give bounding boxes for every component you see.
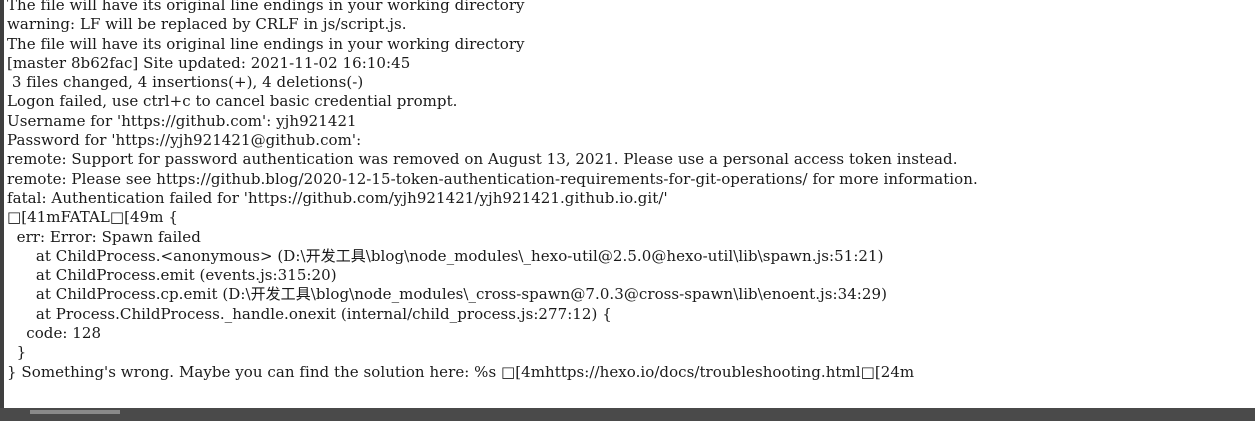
terminal-output[interactable]: The file will have its original line end… (7, 0, 1247, 382)
window-left-border (0, 0, 4, 408)
terminal-line: at ChildProcess.cp.emit (D:\开发工具\blog\no… (7, 285, 887, 304)
terminal-line: □[41mFATAL□[49m { (7, 208, 178, 227)
terminal-line: [master 8b62fac] Site updated: 2021-11-0… (7, 53, 411, 72)
terminal-line: Password for 'https://yjh921421@github.c… (7, 131, 362, 150)
terminal-line: The file will have its original line end… (7, 0, 525, 14)
terminal-line: fatal: Authentication failed for 'https:… (7, 188, 668, 207)
terminal-line: at ChildProcess.<anonymous> (D:\开发工具\blo… (7, 246, 884, 265)
terminal-line: 3 files changed, 4 insertions(+), 4 dele… (7, 73, 364, 92)
terminal-line: err: Error: Spawn failed (7, 227, 201, 246)
terminal-line: Username for 'https://github.com': yjh92… (7, 111, 357, 130)
terminal-line: } (7, 343, 27, 362)
terminal-window[interactable]: The file will have its original line end… (0, 0, 1255, 421)
terminal-line: remote: Support for password authenticat… (7, 150, 958, 169)
terminal-line: Logon failed, use ctrl+c to cancel basic… (7, 92, 458, 111)
terminal-line: at ChildProcess.emit (events.js:315:20) (7, 266, 337, 285)
terminal-line: The file will have its original line end… (7, 34, 525, 53)
terminal-line: remote: Please see https://github.blog/2… (7, 169, 978, 188)
terminal-line: } Something's wrong. Maybe you can find … (7, 362, 915, 381)
cut-off-text-line (30, 410, 120, 414)
horizontal-scrollbar[interactable] (0, 408, 1255, 421)
terminal-line: at Process.ChildProcess._handle.onexit (… (7, 304, 612, 323)
terminal-line: warning: LF will be replaced by CRLF in … (7, 15, 407, 34)
terminal-line: code: 128 (7, 324, 102, 343)
